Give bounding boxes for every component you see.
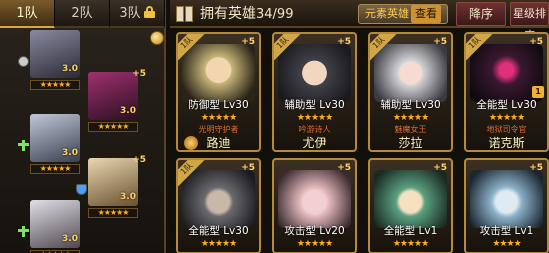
- hero-stars: ★★★★★: [30, 80, 80, 90]
- plus-badge: +5: [337, 163, 351, 173]
- element-hero-button[interactable]: 元素英雄 查看: [358, 4, 448, 24]
- plus-badge: +5: [132, 155, 146, 165]
- hero-name: 诺克斯: [488, 136, 525, 150]
- hero-stars: ★★★★: [492, 239, 521, 249]
- hero-stars: ★★★★★: [200, 239, 237, 249]
- shield-icon: [76, 184, 87, 195]
- hero-level: 3.0: [62, 234, 78, 244]
- hero-level: 3.0: [120, 192, 136, 202]
- cross-icon: [18, 140, 29, 151]
- hero-name: 路迪: [206, 136, 231, 150]
- tab-label: 3队: [119, 6, 141, 21]
- hero-card[interactable]: +5 攻击型 Lv1 ★★★★: [464, 158, 549, 253]
- hero-level: 3.0: [62, 148, 78, 158]
- hero-art: [374, 44, 447, 102]
- hero-subtitle: 地狱司令官: [486, 125, 527, 134]
- plus-badge: +5: [433, 37, 447, 47]
- hero-grid: 1队 +5 防御型 Lv30 ★★★★★ 光明守护者 路迪 1队 +5 辅助型 …: [176, 32, 549, 253]
- hero-card[interactable]: 1队 +5 1 全能型 Lv30 ★★★★★ 地狱司令官 诺克斯: [464, 32, 549, 152]
- book-icon: [176, 6, 194, 22]
- hero-type-level: 防御型 Lv30: [188, 99, 249, 111]
- hero-stars: ★★★★★: [392, 113, 429, 123]
- formation-panel: 1队 2队 3队 3.0 ★★★★★ +5 3.0 ★★★★★ 3.0 ★★★★…: [0, 0, 166, 253]
- cross-icon: [18, 226, 29, 237]
- plus-badge: +5: [241, 37, 255, 47]
- hero-stars: ★★★★★: [88, 122, 138, 132]
- hero-type-level: 辅助型 Lv30: [380, 99, 441, 111]
- hero-art: [182, 170, 255, 228]
- hero-type-level: 全能型 Lv30: [188, 225, 249, 237]
- hero-art: [278, 170, 351, 228]
- view-label: 查看: [411, 5, 441, 23]
- level-badge: 1: [532, 86, 544, 98]
- sort-star-button[interactable]: 星级排序: [510, 2, 549, 42]
- tab-team-1[interactable]: 1队: [0, 0, 55, 28]
- tab-team-3[interactable]: 3队: [110, 0, 165, 28]
- hero-level: 3.0: [120, 106, 136, 116]
- hero-card[interactable]: +5 全能型 Lv1 ★★★★★: [368, 158, 453, 253]
- hero-stars: ★★★★★: [392, 239, 429, 249]
- hero-card[interactable]: 1队 +5 辅助型 Lv30 ★★★★★ 吟游诗人 尤伊: [272, 32, 357, 152]
- hero-count: 34/99: [256, 7, 294, 22]
- hero-stars: ★★★★★: [296, 239, 333, 249]
- hero-type-level: 全能型 Lv1: [383, 225, 438, 237]
- hero-type-level: 全能型 Lv30: [476, 99, 537, 111]
- hero-card[interactable]: 1队 +5 辅助型 Lv30 ★★★★★ 魅魔女王 莎拉: [368, 32, 453, 152]
- hero-stars: ★★★★★: [30, 164, 80, 174]
- hero-list-header: 拥有英雄34/99 元素英雄查看 降序 星级排序: [170, 0, 549, 42]
- plus-badge: +5: [132, 69, 146, 79]
- formation-slot-5[interactable]: 3.0 ★★★★★: [18, 200, 80, 253]
- hero-art: [278, 44, 351, 102]
- tab-label: 2队: [71, 6, 93, 21]
- formation-slot-2[interactable]: +5 3.0 ★★★★★: [88, 69, 146, 134]
- formation-slot-1[interactable]: 3.0 ★★★★★: [18, 30, 80, 92]
- formation-slot-3[interactable]: 3.0 ★★★★★: [18, 114, 80, 176]
- plus-badge: +5: [529, 163, 543, 173]
- plus-badge: +5: [433, 163, 447, 173]
- tab-label: 1队: [16, 6, 38, 21]
- title-text: 拥有英雄: [200, 6, 256, 22]
- hero-type-level: 辅助型 Lv30: [284, 99, 345, 111]
- hero-name: 尤伊: [302, 136, 327, 150]
- hero-card[interactable]: 1队 +5 全能型 Lv30 ★★★★★: [176, 158, 261, 253]
- page-title: 拥有英雄34/99: [200, 4, 293, 25]
- tab-team-2[interactable]: 2队: [55, 0, 110, 28]
- hero-stars: ★★★★★: [488, 113, 525, 123]
- gear-icon: [18, 56, 29, 67]
- lock-icon: [143, 6, 155, 18]
- hero-subtitle: 光明守护者: [198, 125, 239, 134]
- element-label: 元素英雄: [365, 7, 409, 20]
- hero-name: 莎拉: [398, 136, 423, 150]
- formation-grid: 3.0 ★★★★★ +5 3.0 ★★★★★ 3.0 ★★★★★ +5 3.0 …: [0, 28, 166, 253]
- sort-desc-button[interactable]: 降序: [456, 2, 506, 26]
- hero-stars: ★★★★★: [296, 113, 333, 123]
- plus-badge: +5: [241, 163, 255, 173]
- hero-subtitle: 魅魔女王: [394, 125, 427, 134]
- hero-level: 3.0: [62, 64, 78, 74]
- hero-card[interactable]: +5 攻击型 Lv20 ★★★★★: [272, 158, 357, 253]
- plus-badge: +5: [529, 37, 543, 47]
- hero-art: [374, 170, 447, 228]
- plus-badge: +5: [337, 37, 351, 47]
- team-tabs: 1队 2队 3队: [0, 0, 166, 28]
- hero-stars: ★★★★★: [88, 208, 138, 218]
- formation-slot-4[interactable]: +5 3.0 ★★★★★: [76, 155, 146, 220]
- hero-art: [182, 44, 255, 102]
- hero-type-level: 攻击型 Lv1: [479, 225, 534, 237]
- hero-subtitle: 吟游诗人: [298, 125, 331, 134]
- hero-card[interactable]: 1队 +5 防御型 Lv30 ★★★★★ 光明守护者 路迪: [176, 32, 261, 152]
- hero-stars: ★★★★★: [200, 113, 237, 123]
- hero-art: [470, 170, 543, 228]
- hero-type-level: 攻击型 Lv20: [284, 225, 345, 237]
